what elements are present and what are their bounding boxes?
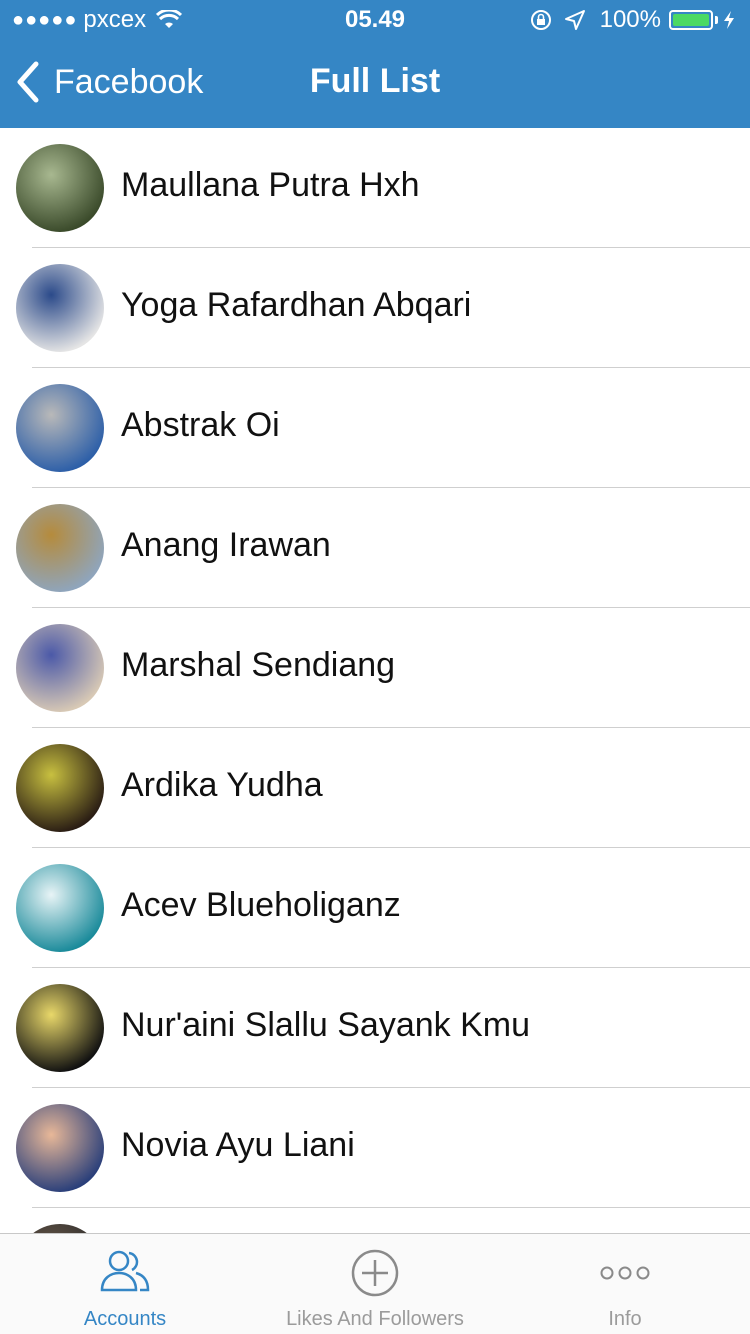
account-name: Novia Ayu Liani [121,1126,355,1164]
tab-likes-followers[interactable]: Likes And Followers [250,1234,500,1334]
avatar [16,384,104,472]
account-name: Acev Blueholiganz [121,886,401,924]
avatar [16,624,104,712]
list-item[interactable]: Abstrak Oi [0,368,750,488]
tab-info[interactable]: Info [500,1234,750,1334]
list-item[interactable]: Novia Ayu Liani [0,1088,750,1208]
battery-cap [715,16,718,24]
account-name: Ardika Yudha [121,766,323,804]
account-list: Maullana Putra Hxh Yoga Rafardhan Abqari A… [0,128,750,1312]
avatar [16,744,104,832]
list-item[interactable]: Yoga Rafardhan Abqari [0,248,750,368]
account-name: Nur'aini Slallu Sayank Kmu [121,1006,531,1044]
avatar [16,984,104,1072]
list-item[interactable]: Maullana Putra Hxh [0,128,750,248]
tab-bar: Accounts Likes And Followers Info [0,1233,750,1334]
avatar [16,264,104,352]
app-header: ●●●●● pxcex 05.49 100% Facebook Full Lis… [0,0,750,128]
tab-accounts-label: Accounts [83,1308,167,1330]
list-item[interactable]: Nur'aini Slallu Sayank Kmu [0,968,750,1088]
account-name: Maullana Putra Hxh [121,166,420,204]
avatar [16,864,104,952]
account-name: Abstrak Oi [121,406,280,444]
charging-bolt-icon [724,11,734,29]
rotation-lock-icon [530,10,551,30]
list-item[interactable]: Acev Blueholiganz [0,848,750,968]
list-item[interactable]: Ardika Yudha [0,728,750,848]
location-arrow-icon [564,10,585,30]
tab-info-label: Info [608,1308,642,1330]
users-icon [100,1250,150,1292]
avatar [16,504,104,592]
list-item[interactable]: Marshal Sendiang [0,608,750,728]
tab-accounts[interactable]: Accounts [0,1234,250,1334]
status-bar: ●●●●● pxcex 05.49 100% [0,0,750,40]
plus-circle-icon [351,1249,399,1297]
tab-likes-followers-label: Likes And Followers [286,1308,464,1330]
avatar [16,144,104,232]
page-title: Full List [309,62,441,100]
account-name: Yoga Rafardhan Abqari [121,286,472,324]
avatar [16,1104,104,1192]
list-item[interactable]: Anang Irawan [0,488,750,608]
battery-level [673,14,709,26]
status-right: 100% [530,6,736,34]
battery-icon [669,10,713,30]
account-name: Anang Irawan [121,526,331,564]
more-dots-icon [600,1266,650,1280]
account-name: Marshal Sendiang [121,646,396,684]
battery-percent: 100% [599,6,661,33]
